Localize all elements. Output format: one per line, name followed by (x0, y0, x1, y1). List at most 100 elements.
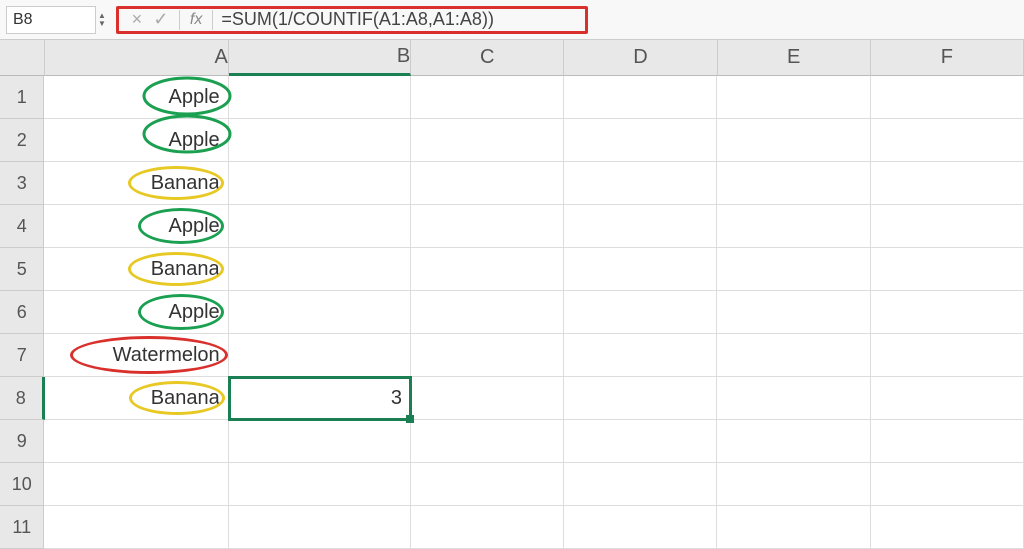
cell-d10[interactable] (564, 463, 717, 506)
cell-e7[interactable] (717, 334, 870, 377)
cell-a6[interactable]: Apple (44, 291, 228, 334)
cell-e1[interactable] (717, 76, 870, 119)
cell-a3[interactable]: Banana (44, 162, 228, 205)
cell-c6[interactable] (411, 291, 564, 334)
cell-value: Apple (169, 129, 220, 152)
cell-d11[interactable] (564, 506, 717, 549)
cell-f11[interactable] (871, 506, 1024, 549)
cell-d5[interactable] (564, 248, 717, 291)
row-header-8[interactable]: 8 (0, 377, 45, 420)
row-3: 3 Banana (0, 162, 1024, 205)
cell-b11[interactable] (229, 506, 411, 549)
chevron-down-icon: ▼ (98, 20, 106, 28)
cell-e11[interactable] (717, 506, 870, 549)
cell-d7[interactable] (564, 334, 717, 377)
col-header-d[interactable]: D (564, 40, 717, 76)
cell-e5[interactable] (717, 248, 870, 291)
row-6: 6 Apple (0, 291, 1024, 334)
cell-a7[interactable]: Watermelon (44, 334, 228, 377)
fx-icon[interactable]: fx (190, 11, 202, 29)
cell-b8[interactable]: 3 (229, 377, 411, 420)
cell-c10[interactable] (411, 463, 564, 506)
row-header-11[interactable]: 11 (0, 506, 44, 549)
cell-a5[interactable]: Banana (44, 248, 228, 291)
cancel-formula-button[interactable]: × (125, 9, 149, 30)
fill-handle[interactable] (406, 415, 414, 423)
cell-value: Banana (151, 258, 220, 281)
cell-f6[interactable] (871, 291, 1024, 334)
cell-f7[interactable] (871, 334, 1024, 377)
col-header-f[interactable]: F (871, 40, 1024, 76)
cell-c1[interactable] (411, 76, 564, 119)
cell-a10[interactable] (44, 463, 228, 506)
cell-c11[interactable] (411, 506, 564, 549)
cell-c9[interactable] (411, 420, 564, 463)
cell-f10[interactable] (871, 463, 1024, 506)
cell-f9[interactable] (871, 420, 1024, 463)
cell-d3[interactable] (564, 162, 717, 205)
cell-d9[interactable] (564, 420, 717, 463)
row-header-2[interactable]: 2 (0, 119, 44, 162)
cell-a8[interactable]: Banana (45, 377, 229, 420)
cell-b6[interactable] (229, 291, 411, 334)
col-header-c[interactable]: C (411, 40, 564, 76)
row-header-3[interactable]: 3 (0, 162, 44, 205)
cell-e9[interactable] (717, 420, 870, 463)
cell-e3[interactable] (717, 162, 870, 205)
cell-f5[interactable] (871, 248, 1024, 291)
row-5: 5 Banana (0, 248, 1024, 291)
formula-input[interactable] (219, 8, 579, 31)
cell-c2[interactable] (411, 119, 564, 162)
cell-e2[interactable] (717, 119, 870, 162)
row-header-4[interactable]: 4 (0, 205, 44, 248)
cell-b5[interactable] (229, 248, 411, 291)
row-header-7[interactable]: 7 (0, 334, 44, 377)
cell-e10[interactable] (717, 463, 870, 506)
cell-value: Banana (151, 387, 220, 410)
cell-b7[interactable] (229, 334, 411, 377)
cell-f3[interactable] (871, 162, 1024, 205)
cell-f1[interactable] (871, 76, 1024, 119)
row-header-9[interactable]: 9 (0, 420, 44, 463)
cell-a9[interactable] (44, 420, 228, 463)
cell-c7[interactable] (411, 334, 564, 377)
cell-f4[interactable] (871, 205, 1024, 248)
cell-e8[interactable] (717, 377, 870, 420)
cell-b3[interactable] (229, 162, 411, 205)
cell-f8[interactable] (871, 377, 1024, 420)
row-header-10[interactable]: 10 (0, 463, 44, 506)
formula-group: × ✓ fx (116, 6, 588, 34)
select-all-corner[interactable] (0, 40, 45, 76)
cell-value: Apple (169, 301, 220, 324)
col-header-b[interactable]: B (229, 40, 411, 76)
cell-b10[interactable] (229, 463, 411, 506)
cell-a1[interactable]: Apple (44, 76, 228, 119)
cell-b1[interactable] (229, 76, 411, 119)
name-box-stepper[interactable]: ▲ ▼ (98, 12, 106, 28)
cell-e4[interactable] (717, 205, 870, 248)
name-box[interactable]: B8 (6, 6, 96, 34)
col-header-e[interactable]: E (718, 40, 871, 76)
row-header-6[interactable]: 6 (0, 291, 44, 334)
row-header-1[interactable]: 1 (0, 76, 44, 119)
cell-c4[interactable] (411, 205, 564, 248)
cell-b9[interactable] (229, 420, 411, 463)
cell-c5[interactable] (411, 248, 564, 291)
cell-d8[interactable] (564, 377, 717, 420)
cell-a11[interactable] (44, 506, 228, 549)
confirm-formula-button[interactable]: ✓ (149, 9, 173, 30)
cell-a2[interactable]: Apple (44, 119, 228, 162)
cell-c8[interactable] (411, 377, 564, 420)
cell-b2[interactable] (229, 119, 411, 162)
cell-b4[interactable] (229, 205, 411, 248)
cell-a4[interactable]: Apple (44, 205, 228, 248)
cell-d6[interactable] (564, 291, 717, 334)
col-header-a[interactable]: A (45, 40, 229, 76)
cell-d1[interactable] (564, 76, 717, 119)
cell-d4[interactable] (564, 205, 717, 248)
row-header-5[interactable]: 5 (0, 248, 44, 291)
cell-d2[interactable] (564, 119, 717, 162)
cell-c3[interactable] (411, 162, 564, 205)
cell-f2[interactable] (871, 119, 1024, 162)
cell-e6[interactable] (717, 291, 870, 334)
